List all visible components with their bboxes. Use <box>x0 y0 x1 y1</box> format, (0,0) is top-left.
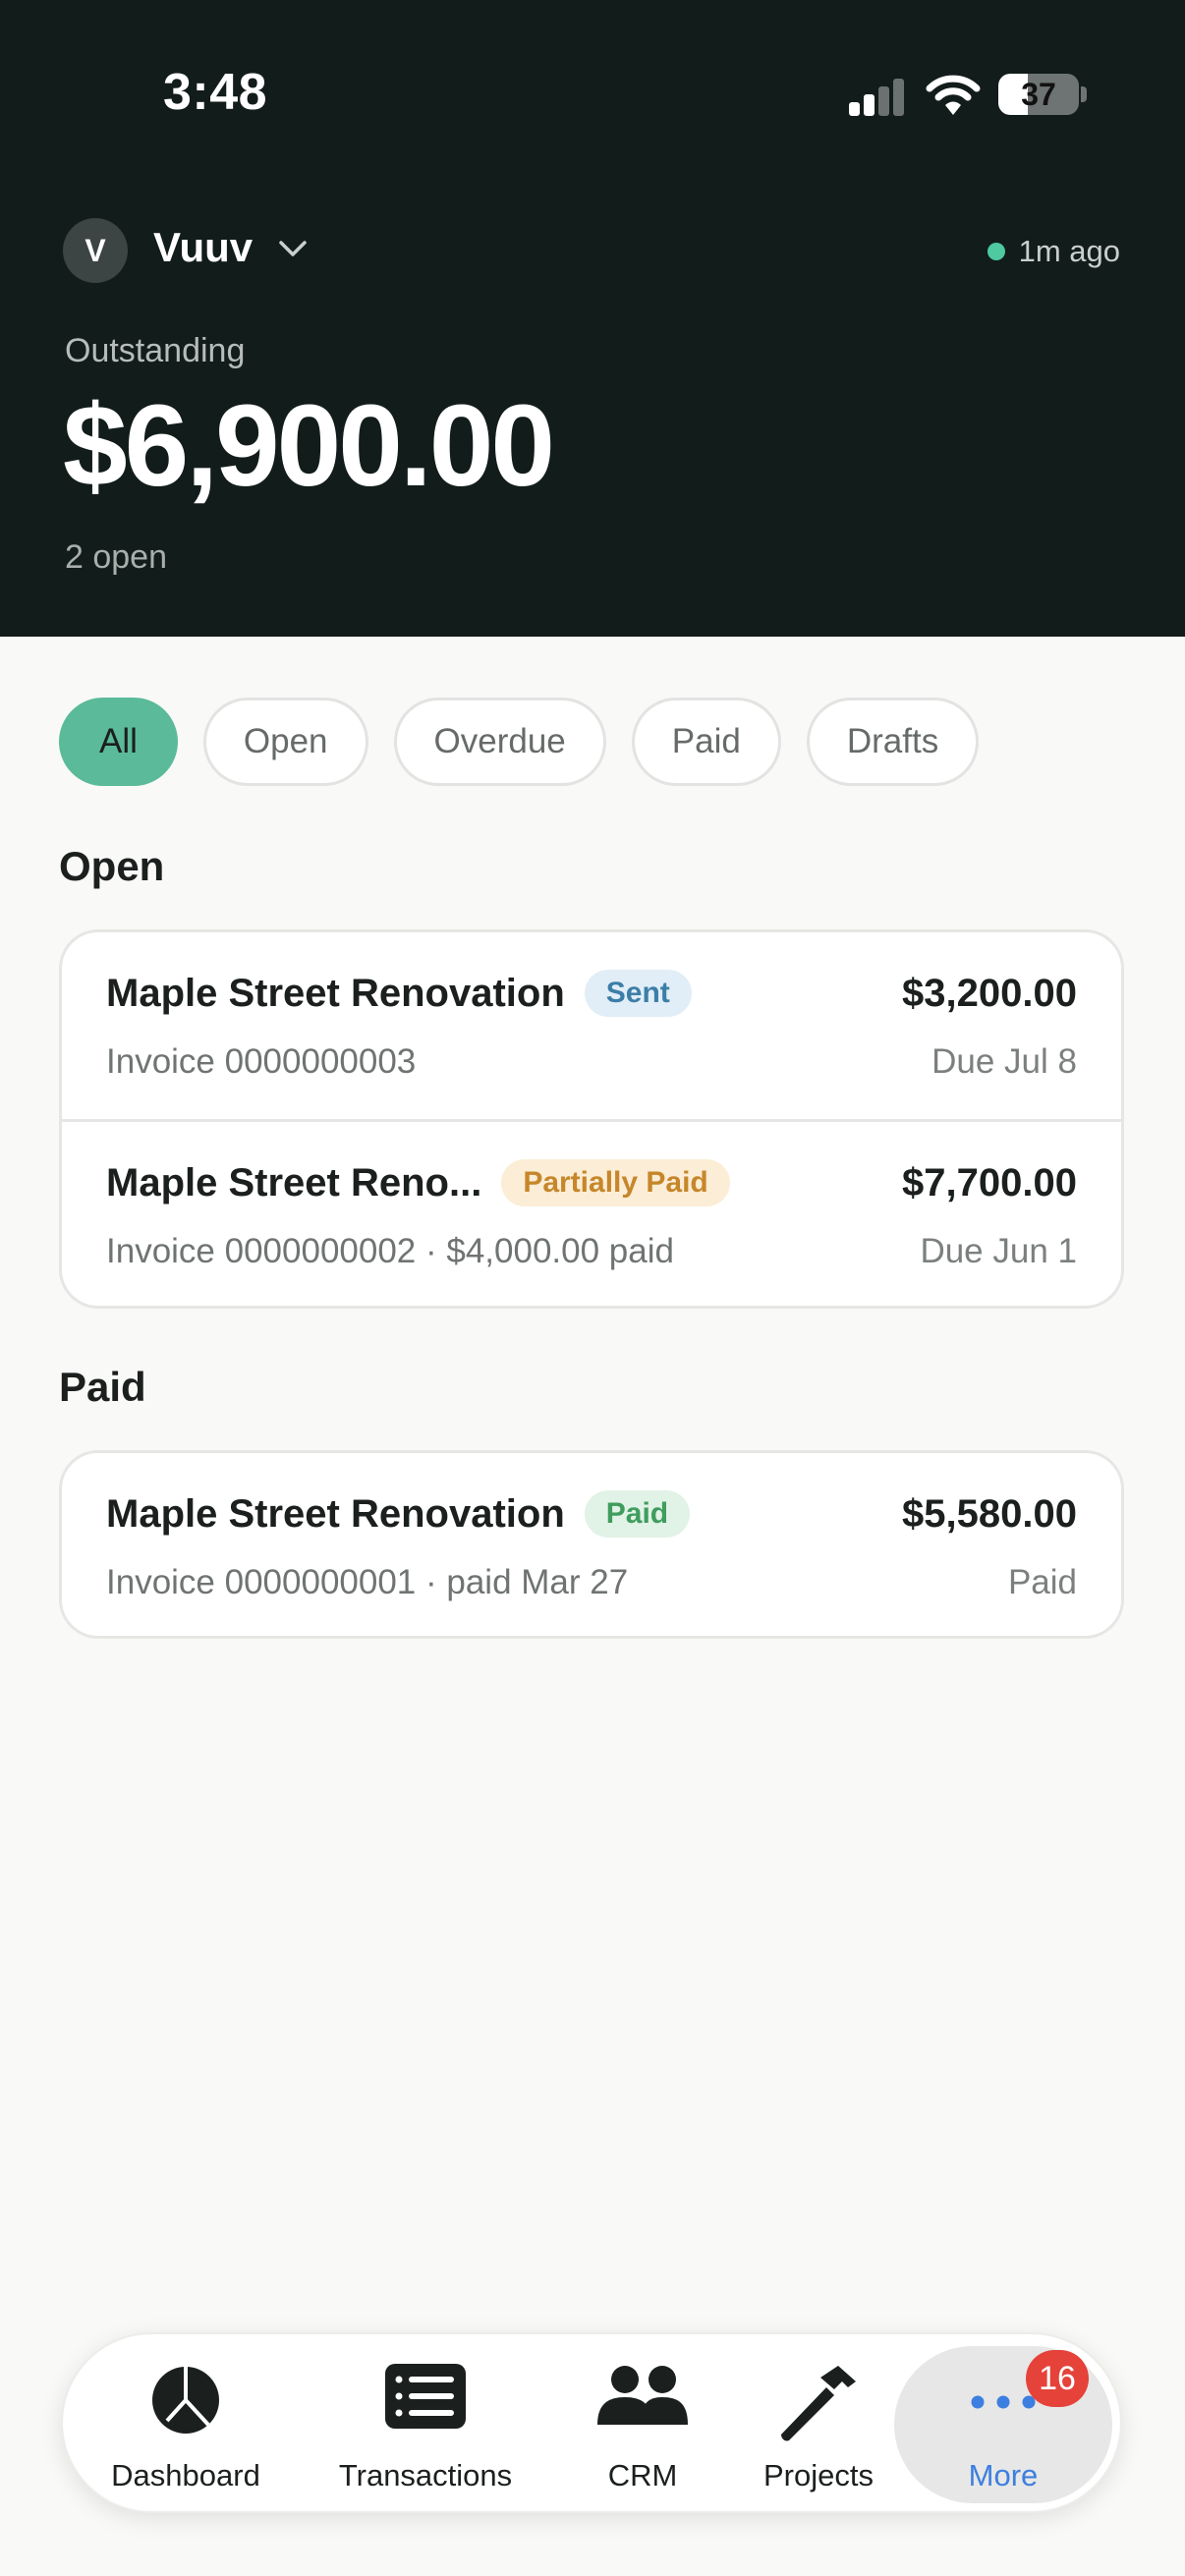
battery-level: 37 <box>1021 77 1056 112</box>
chevron-down-icon[interactable] <box>277 238 309 259</box>
header: 3:48 37 V Vuuv 1m ago Outstanding $6,900… <box>0 0 1185 637</box>
invoice-subtitle: Invoice 0000000002 · $4,000.00 paid <box>106 1232 674 1270</box>
invoice-subtitle: Invoice 0000000001 · paid Mar 27 <box>106 1563 629 1601</box>
open-count: 2 open <box>65 538 167 576</box>
filter-chip-drafts[interactable]: Drafts <box>806 698 980 786</box>
people-icon <box>597 2366 688 2425</box>
org-switcher[interactable]: Vuuv <box>153 224 253 271</box>
list-icon <box>385 2364 466 2429</box>
tab-label: Projects <box>763 2458 874 2492</box>
invoice-amount: $3,200.00 <box>902 972 1077 1015</box>
invoice-title: Maple Street Renovation <box>106 971 565 1015</box>
battery-icon: 37 <box>998 74 1079 115</box>
status-badge: Partially Paid <box>501 1159 730 1206</box>
outstanding-amount: $6,900.00 <box>63 381 555 511</box>
paid-invoices-card: Maple Street Renovation Paid Invoice 000… <box>59 1450 1124 1639</box>
ellipsis-icon <box>971 2395 1036 2409</box>
invoice-subtitle: Invoice 0000000003 <box>106 1042 417 1081</box>
bottom-tab-bar: Dashboard Transactions CRM Projects More… <box>61 2332 1122 2513</box>
invoice-row[interactable]: Maple Street Renovation Sent Invoice 000… <box>62 932 1121 1119</box>
pie-chart-icon <box>152 2367 219 2434</box>
invoice-due: Due Jun 1 <box>920 1232 1077 1270</box>
invoice-row-main: Maple Street Renovation Sent <box>106 970 692 1017</box>
invoice-due: Due Jul 8 <box>931 1042 1077 1081</box>
tab-crm[interactable]: CRM <box>584 2334 702 2515</box>
wifi-icon <box>926 75 981 115</box>
status-badge: Sent <box>584 970 692 1017</box>
notification-badge: 16 <box>1026 2350 1089 2407</box>
invoice-row[interactable]: Maple Street Reno... Partially Paid Invo… <box>62 1119 1121 1306</box>
invoice-due: Paid <box>1007 1563 1077 1601</box>
filter-chip-overdue[interactable]: Overdue <box>393 698 606 786</box>
tab-label: Transactions <box>338 2458 513 2492</box>
invoice-row[interactable]: Maple Street Renovation Paid Invoice 000… <box>62 1453 1121 1636</box>
cellular-signal-icon <box>849 77 906 116</box>
status-time: 3:48 <box>163 64 268 121</box>
status-badge: Paid <box>584 1490 691 1538</box>
filter-chip-paid[interactable]: Paid <box>631 698 781 786</box>
outstanding-label: Outstanding <box>65 332 246 369</box>
tab-label: CRM <box>607 2458 678 2492</box>
invoice-title: Maple Street Renovation <box>106 1491 565 1536</box>
sync-dot-icon <box>987 243 1005 260</box>
sync-status: 1m ago <box>987 234 1120 269</box>
sync-text: 1m ago <box>1018 234 1120 268</box>
tab-label: More <box>968 2458 1039 2492</box>
battery-tip <box>1081 86 1087 102</box>
invoice-row-main: Maple Street Renovation Paid <box>106 1490 691 1538</box>
invoice-row-main: Maple Street Reno... Partially Paid <box>106 1159 730 1206</box>
tab-transactions[interactable]: Transactions <box>322 2334 529 2515</box>
filter-chips: All Open Overdue Paid Drafts <box>59 698 980 786</box>
open-invoices-card: Maple Street Renovation Sent Invoice 000… <box>59 929 1124 1309</box>
invoice-amount: $5,580.00 <box>902 1492 1077 1536</box>
invoice-amount: $7,700.00 <box>902 1161 1077 1204</box>
filter-chip-all[interactable]: All <box>59 698 178 786</box>
filter-chip-open[interactable]: Open <box>202 698 368 786</box>
tab-projects[interactable]: Projects <box>745 2334 892 2515</box>
section-title-paid: Paid <box>59 1364 146 1410</box>
tab-label: Dashboard <box>111 2458 260 2492</box>
section-title-open: Open <box>59 843 165 889</box>
org-avatar[interactable]: V <box>63 218 128 283</box>
tab-dashboard[interactable]: Dashboard <box>83 2334 289 2515</box>
invoice-title: Maple Street Reno... <box>106 1160 482 1204</box>
hammer-icon <box>781 2366 856 2441</box>
